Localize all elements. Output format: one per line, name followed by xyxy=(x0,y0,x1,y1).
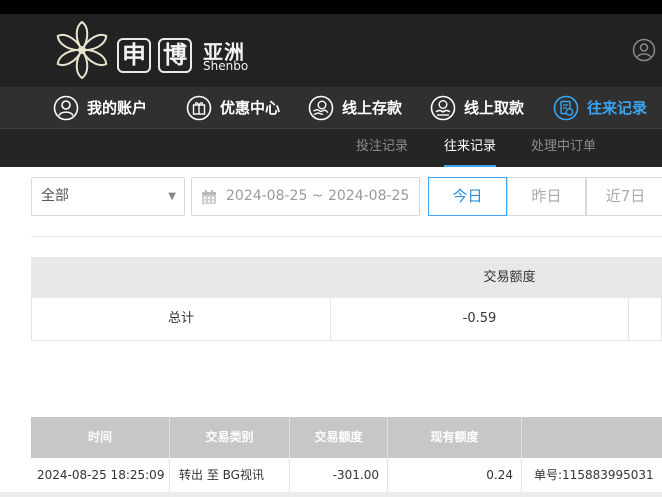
select-value: 全部 xyxy=(41,188,69,204)
subtab-transaction-records[interactable]: 往来记录 xyxy=(444,129,497,167)
caret-down-icon: ▼ xyxy=(168,191,176,202)
summary-header: 交易额度 xyxy=(31,257,662,298)
records-icon xyxy=(553,95,579,120)
transaction-type-select[interactable]: 全部 ▼ xyxy=(31,177,185,216)
sub-nav: 投注记录 往来记录 处理中订单 xyxy=(0,129,662,167)
cell-note: 单号:115883995031 xyxy=(534,468,654,482)
logo-en-text: Shenbo xyxy=(203,59,249,73)
account-user-icon[interactable] xyxy=(632,38,656,62)
column-header-time: 时间 xyxy=(31,417,170,458)
summary-header-label: 交易额度 xyxy=(483,270,536,285)
nav-item-deposit[interactable]: 线上存款 xyxy=(308,87,402,128)
top-bar xyxy=(0,0,662,14)
summary-total-value: -0.59 xyxy=(331,298,629,340)
flower-logo-icon[interactable] xyxy=(52,20,112,80)
withdraw-hand-icon xyxy=(430,95,456,120)
last-7-days-button[interactable]: 近7日 xyxy=(586,177,662,216)
today-button[interactable]: 今日 xyxy=(428,177,507,216)
column-header-amount: 交易额度 xyxy=(290,417,388,458)
nav-item-label: 优惠中心 xyxy=(220,99,281,117)
nav-item-label: 往来记录 xyxy=(587,99,648,117)
column-header-note xyxy=(522,417,662,458)
logo-char-box-2: 博 xyxy=(158,38,192,73)
user-circle-icon xyxy=(53,95,79,120)
section-divider xyxy=(31,236,662,237)
nav-item-label: 线上存款 xyxy=(342,99,403,117)
nav-item-label: 线上取款 xyxy=(464,99,525,117)
cell-amount: -301.00 xyxy=(290,458,388,492)
cell-time: 2024-08-25 18:25:09 xyxy=(31,458,170,492)
logo-char-box-1: 申 xyxy=(117,38,151,73)
table-row: 2024-08-25 18:25:09 转出 至 BG视讯 -301.00 0.… xyxy=(31,458,662,493)
table-header: 时间 交易类别 交易额度 现有额度 xyxy=(31,417,662,458)
calendar-icon xyxy=(202,190,216,204)
subtab-pending-orders[interactable]: 处理中订单 xyxy=(531,129,596,167)
deposit-hand-icon xyxy=(308,95,334,120)
subtab-bet-records[interactable]: 投注记录 xyxy=(356,129,408,167)
yesterday-button[interactable]: 昨日 xyxy=(507,177,586,216)
cell-balance: 0.24 xyxy=(388,458,522,492)
summary-total-label: 总计 xyxy=(32,298,331,340)
main-nav: 我的账户 优惠中心 线上存款 线上取款 往来记录 xyxy=(0,87,662,129)
column-header-balance: 现有额度 xyxy=(388,417,522,458)
date-range-input[interactable]: 2024-08-25 ~ 2024-08-25 xyxy=(191,177,420,216)
summary-row: 总计 -0.59 xyxy=(31,298,662,341)
cell-category: 转出 至 BG视讯 xyxy=(170,458,290,492)
gift-icon xyxy=(186,95,212,120)
nav-item-records[interactable]: 往来记录 xyxy=(553,87,647,128)
column-header-category: 交易类别 xyxy=(170,417,290,458)
nav-item-promotions[interactable]: 优惠中心 xyxy=(186,87,280,128)
bottom-strip xyxy=(0,492,662,497)
nav-item-withdraw[interactable]: 线上取款 xyxy=(430,87,524,128)
date-range-value: 2024-08-25 ~ 2024-08-25 xyxy=(226,188,410,204)
nav-item-my-account[interactable]: 我的账户 xyxy=(53,87,147,128)
nav-item-label: 我的账户 xyxy=(87,99,148,117)
